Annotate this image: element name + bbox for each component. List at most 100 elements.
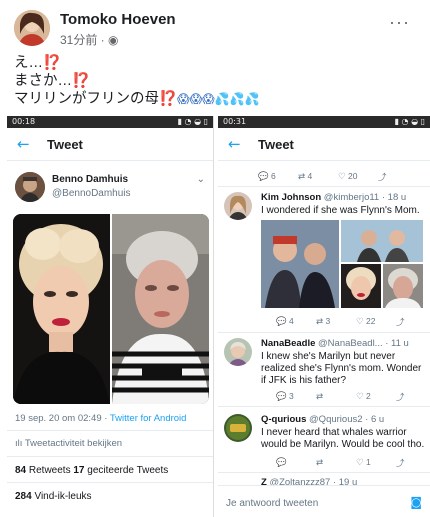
left-screenshot[interactable]: 00:18 ▮ ◔ ◒ ▯ ← Tweet Benno Damhuis @Ben… [7,116,214,517]
reply-action-row: 💬 ⇄ ♡ 1 ⤴ [276,457,430,469]
divider [7,430,213,431]
reply-author-name[interactable]: NanaBeadle [261,338,315,349]
post-line-1: え…⁉️ [14,54,259,72]
public-globe-icon: ◉ [108,33,119,47]
reply-text: I wondered if she was Flynn's Mom. [261,205,420,216]
exclamation-question-icon: ⁉️ [159,91,178,107]
likes-count: 284 [15,491,32,502]
reply-photo-collage[interactable] [261,220,423,308]
reply-author: Kim Johnson @kimberjo11 · 18 u [261,192,406,203]
tweet-header: ← Tweet [218,128,430,161]
share-icon[interactable]: ⤴ [396,457,430,469]
kim-avatar[interactable] [224,192,252,220]
collage-photo[interactable] [383,264,423,308]
exclamation-question-icon: ⁉️ [43,55,62,71]
divider [218,472,430,473]
benno-avatar[interactable] [15,172,45,202]
tweet-header: ← Tweet [7,128,213,161]
camera-icon[interactable]: ◙ [410,495,422,509]
reply-author-name[interactable]: Kim Johnson [261,192,321,203]
author-name: Benno Damhuis [52,174,129,185]
author-handle: @BennoDamhuis [52,188,131,199]
back-arrow-icon[interactable]: ← [228,135,250,153]
divider [7,482,213,483]
tweet-author[interactable]: Benno Damhuis @BennoDamhuis ⌄ [15,172,205,212]
post-line-2: まさか…⁉️ [14,72,259,90]
quotes-label[interactable]: geciteerde Tweets [85,465,168,476]
quotes-count[interactable]: 17 [73,465,84,476]
retweet-icon[interactable]: ⇄ [316,391,356,403]
status-icons: ▮ ◔ ◒ ▯ [394,117,425,126]
post-time-text: 31分前 · [60,33,109,47]
reply-author-meta: @Qqurious2 · 6 u [306,414,385,425]
marilyn-photo[interactable] [13,214,110,404]
tweet-time-text: 19 sep. 20 om 02:49 · [15,413,110,424]
exclamation-question-icon: ⁉️ [72,73,91,89]
status-bar: 00:18 ▮ ◔ ◒ ▯ [7,116,213,128]
reply-input[interactable]: Je antwoord tweeten [226,498,318,509]
back-arrow-icon[interactable]: ← [17,135,39,153]
divider [7,456,213,457]
post-line-3-text: マリリンがフリンの母 [14,91,159,107]
nana-avatar[interactable] [224,338,252,366]
tweet-activity-link[interactable]: ılı Tweetactiviteit bekijken [15,438,122,449]
status-bar: 00:31 ▮ ◔ ◒ ▯ [218,116,430,128]
reply-tweet[interactable]: Kim Johnson @kimberjo11 · 18 u I wondere… [224,192,426,332]
sweat-droplets-icon: 💦💦💦 [214,92,260,106]
post-timestamp[interactable]: 31分前 · ◉ [60,31,119,48]
reply-author: NanaBeadle @NanaBeadl... · 11 u [261,338,409,349]
post-header: Tomoko Hoeven 31分前 · ◉ ··· [0,0,430,52]
elderly-woman-photo[interactable] [112,214,209,404]
tweet-photos[interactable] [13,214,209,404]
collage-photo[interactable] [261,220,339,308]
tweet-source-link[interactable]: Twitter for Android [110,413,187,424]
reply-icon[interactable]: 💬 [276,457,316,469]
likes-label: Vind-ik-leuks [31,491,92,502]
status-time: 00:18 [12,117,36,126]
like-count-icon[interactable]: ♡ 20 [338,171,378,183]
more-options-icon[interactable]: ··· [389,12,410,33]
post-text: え…⁉️ まさか…⁉️ マリリンがフリンの母⁉️😱😱😱💦💦💦 [14,54,259,108]
author-avatar[interactable] [14,10,50,46]
right-screenshot[interactable]: 00:31 ▮ ◔ ◒ ▯ ← Tweet 💬 6 ⇄ 4 ♡ 20 ⤴ Kim… [218,116,430,517]
reply-count-icon[interactable]: 💬 3 [276,391,316,403]
post-line-2-text: まさか… [14,73,72,89]
reply-text: I never heard that whales warrior would … [261,427,425,450]
qqurious-avatar[interactable] [224,414,252,442]
reply-action-row: 💬 4 ⇄ 3 ♡ 22 ⤴ [276,316,430,328]
reply-author-meta: @NanaBeadl... · 11 u [315,338,409,349]
post-line-1-text: え… [14,55,43,71]
status-time: 00:31 [223,117,247,126]
divider [218,186,430,187]
reply-compose-bar[interactable]: Je antwoord tweeten ◙ [218,485,430,517]
like-count-icon[interactable]: ♡ 1 [356,457,396,469]
collage-photo[interactable] [341,220,423,262]
retweets-label[interactable]: Retweets [26,465,73,476]
reply-author: Q-qurious @Qqurious2 · 6 u [261,414,384,425]
tweet-likes[interactable]: 284 Vind-ik-leuks [15,491,92,502]
retweet-count-icon[interactable]: ⇄ 3 [316,316,356,328]
retweet-icon[interactable]: ⇄ [316,457,356,469]
collage-photo[interactable] [341,264,381,308]
share-icon[interactable]: ⤴ [396,391,430,403]
divider [218,332,430,333]
reply-author-name[interactable]: Q-qurious [261,414,306,425]
like-count-icon[interactable]: ♡ 22 [356,316,396,328]
retweets-count[interactable]: 84 [15,465,26,476]
tweet-header-title: Tweet [258,136,294,152]
like-count-icon[interactable]: ♡ 2 [356,391,396,403]
tweet-header-title: Tweet [47,136,83,152]
tweet-action-row: 💬 6 ⇄ 4 ♡ 20 ⤴ [258,171,428,183]
retweet-count-icon[interactable]: ⇄ 4 [298,171,338,183]
tweet-timestamp: 19 sep. 20 om 02:49 · Twitter for Androi… [15,413,186,424]
status-icons: ▮ ◔ ◒ ▯ [177,117,208,126]
chevron-down-icon[interactable]: ⌄ [197,174,205,185]
reply-author-meta: @kimberjo11 · 18 u [321,192,407,203]
share-icon[interactable]: ⤴ [378,171,418,183]
share-icon[interactable]: ⤴ [396,316,430,328]
reply-count-icon[interactable]: 💬 6 [258,171,298,183]
divider [218,406,430,407]
reply-action-row: 💬 3 ⇄ ♡ 2 ⤴ [276,391,430,403]
post-author-name[interactable]: Tomoko Hoeven [60,11,176,28]
reply-count-icon[interactable]: 💬 4 [276,316,316,328]
